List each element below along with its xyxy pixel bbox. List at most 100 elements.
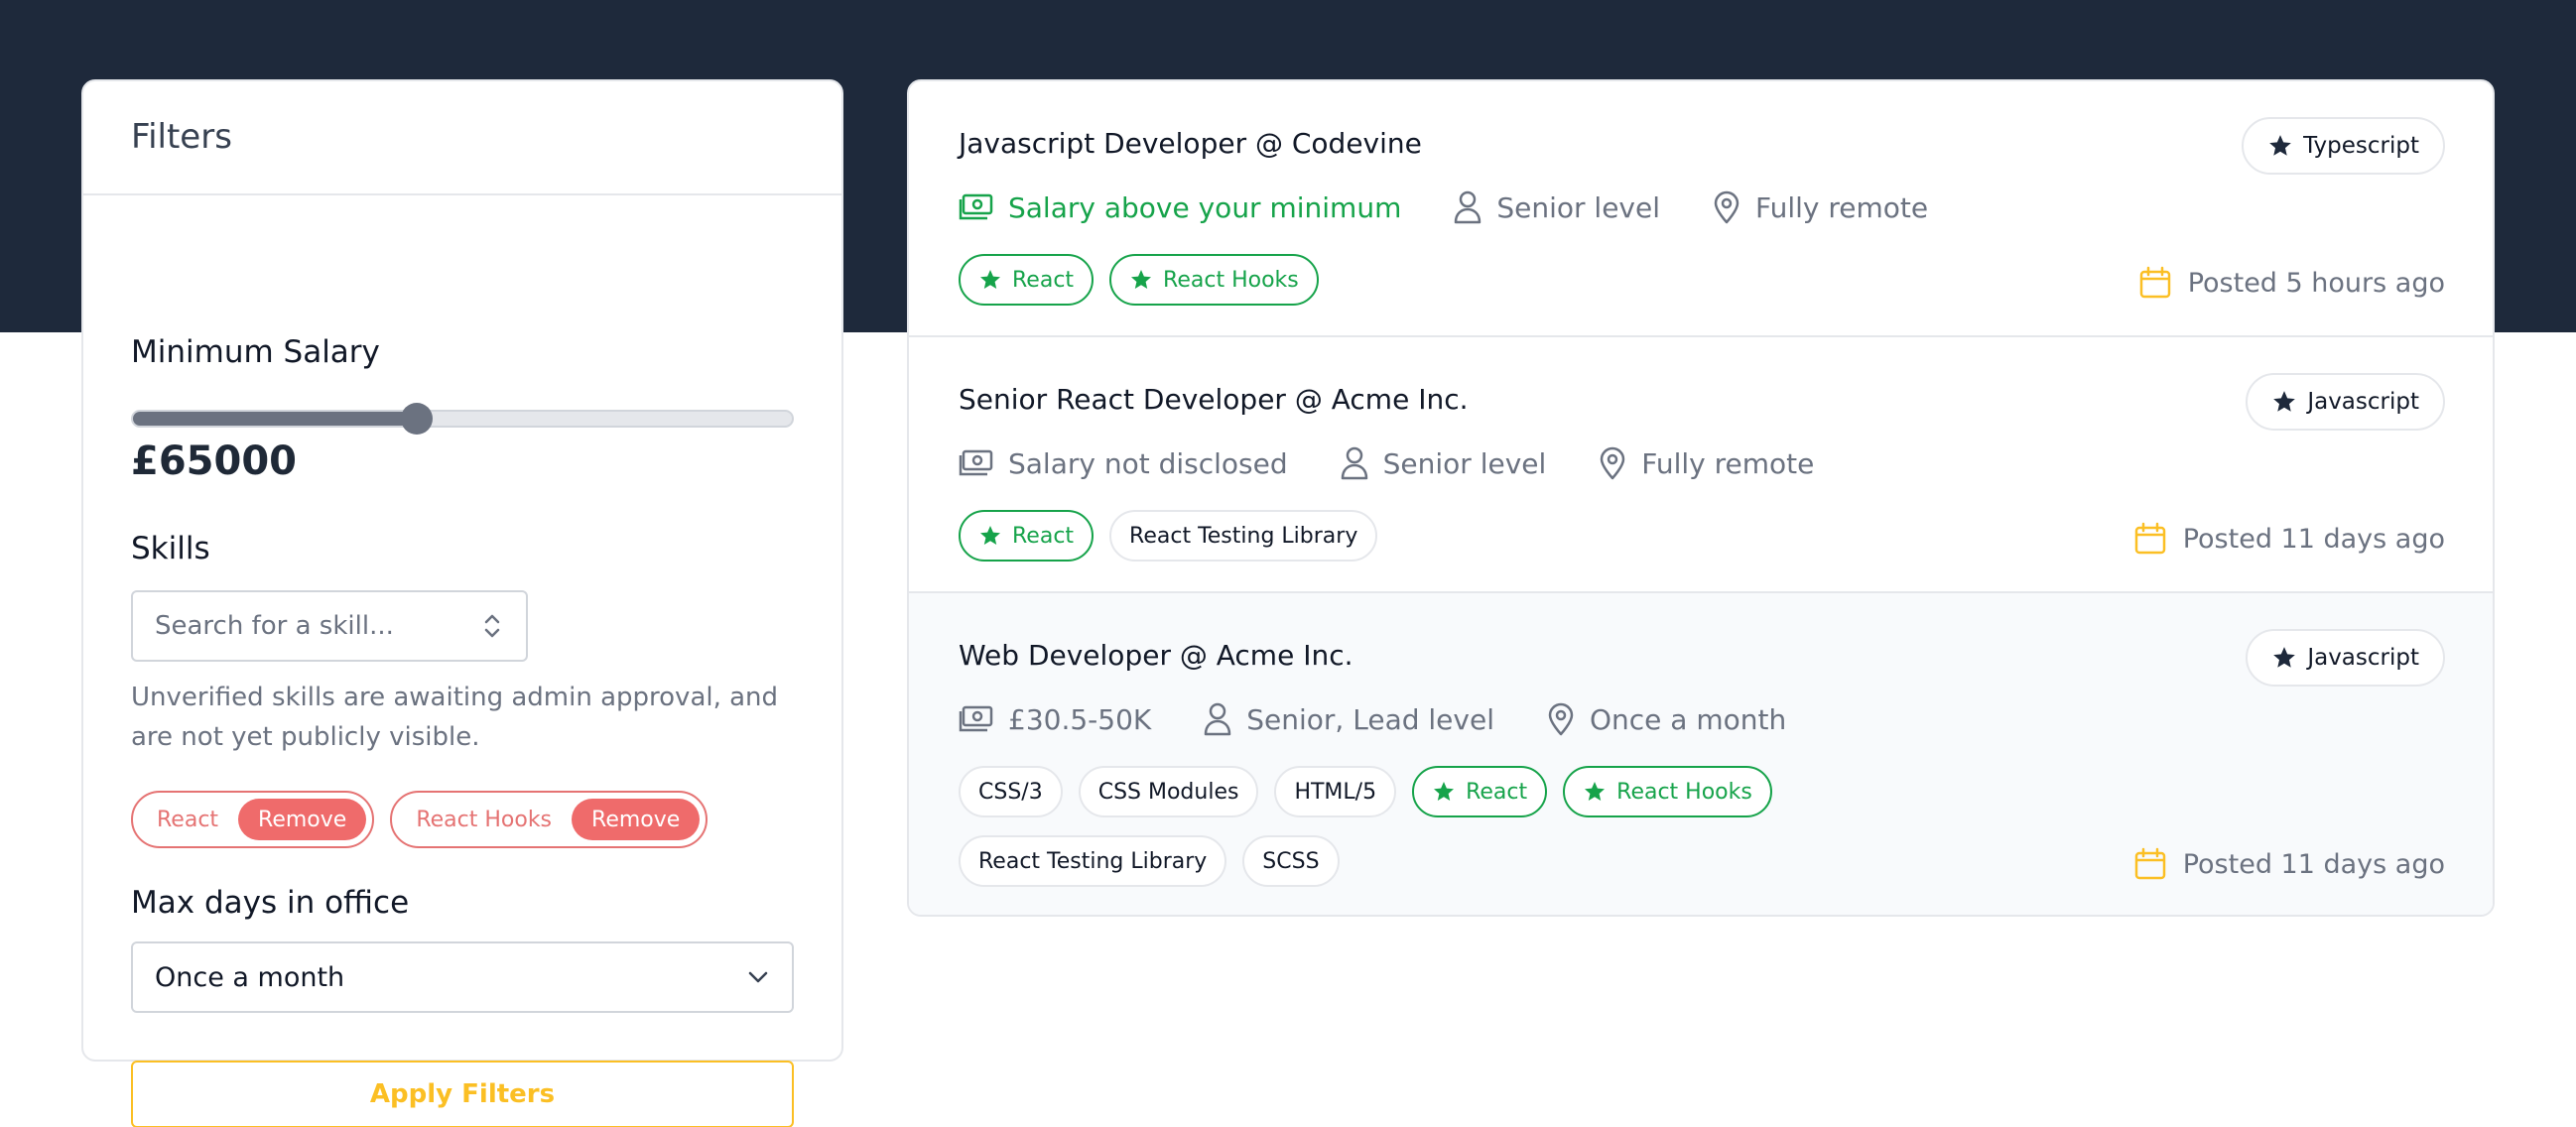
job-salary-text: Salary above your minimum — [1008, 190, 1402, 224]
selected-skill-label: React Hooks — [416, 807, 553, 832]
skill-tag-label: CSS/3 — [978, 779, 1043, 805]
user-icon — [1203, 702, 1232, 736]
selected-skill-chip: React Remove — [131, 791, 375, 848]
job-salary: £30.5-50K — [959, 703, 1151, 736]
job-salary: Salary not disclosed — [959, 447, 1288, 480]
location-pin-icon — [1598, 446, 1627, 480]
cash-icon — [959, 192, 994, 222]
skills-label: Skills — [131, 531, 210, 566]
job-salary: Salary above your minimum — [959, 191, 1401, 224]
job-card[interactable]: Web Developer @ Acme Inc. Javascript £30… — [909, 593, 2493, 915]
filters-title: Filters — [131, 117, 232, 157]
min-salary-value: £65000 — [131, 438, 297, 484]
skill-tag: React Testing Library — [959, 835, 1227, 887]
job-salary-text: £30.5-50K — [1008, 702, 1152, 736]
skill-tag: React — [1412, 766, 1548, 817]
min-salary-slider-fill — [133, 412, 417, 426]
job-level-text: Senior level — [1382, 446, 1547, 480]
apply-filters-button[interactable]: Apply Filters — [131, 1061, 794, 1127]
max-days-selected-value: Once a month — [155, 961, 345, 993]
skill-tag: CSS/3 — [959, 766, 1063, 817]
primary-skill-badge: Javascript — [2246, 629, 2445, 687]
filters-header: Filters — [83, 81, 841, 195]
star-icon — [978, 268, 1002, 292]
calendar-icon — [2138, 266, 2172, 300]
primary-skill-label: Javascript — [2307, 645, 2419, 671]
skill-tag-label: HTML/5 — [1294, 779, 1377, 805]
skill-tag: React Hooks — [1109, 254, 1319, 306]
job-tags: React React Testing Library — [959, 510, 2050, 562]
remove-skill-button[interactable]: Remove — [238, 799, 367, 840]
skill-tag: CSS Modules — [1078, 766, 1259, 817]
job-location-text: Fully remote — [1641, 446, 1815, 480]
skill-search-input[interactable] — [131, 590, 528, 662]
job-location: Fully remote — [1598, 446, 1814, 480]
skill-tag: React — [959, 254, 1095, 306]
primary-skill-badge: Javascript — [2246, 373, 2445, 431]
primary-skill-badge: Typescript — [2242, 117, 2445, 175]
job-level: Senior, Lead level — [1203, 702, 1494, 736]
job-salary-text: Salary not disclosed — [1008, 446, 1288, 480]
primary-skill-label: Typescript — [2303, 133, 2419, 159]
cash-icon — [959, 704, 994, 734]
min-salary-label: Minimum Salary — [131, 334, 380, 370]
skill-tag-label: React Testing Library — [1129, 523, 1358, 549]
job-location-text: Fully remote — [1755, 190, 1929, 224]
job-location: Fully remote — [1712, 190, 1928, 224]
job-title[interactable]: Javascript Developer @ Codevine — [959, 127, 1422, 160]
min-salary-slider-thumb[interactable] — [400, 403, 433, 435]
skill-tag-label: SCSS — [1262, 848, 1320, 874]
job-posted: Posted 11 days ago — [2133, 522, 2445, 556]
star-icon — [1432, 780, 1456, 804]
filters-panel: Filters Minimum Salary £65000 Skills Unv… — [81, 79, 843, 1127]
job-tags: CSS/3 CSS Modules HTML/5 React React Hoo… — [959, 766, 2050, 887]
min-salary-slider[interactable] — [131, 403, 794, 435]
calendar-icon — [2133, 847, 2167, 881]
job-title[interactable]: Web Developer @ Acme Inc. — [959, 639, 1353, 672]
skill-tag-label: React — [1012, 523, 1075, 549]
skill-tag-label: React — [1466, 779, 1528, 805]
job-meta: £30.5-50K Senior, Lead level Once a mont… — [959, 702, 1838, 736]
job-level: Senior level — [1453, 190, 1660, 224]
job-card[interactable]: Javascript Developer @ Codevine Typescri… — [909, 81, 2493, 337]
job-posted: Posted 11 days ago — [2133, 847, 2445, 881]
location-pin-icon — [1546, 702, 1576, 736]
job-card[interactable]: Senior React Developer @ Acme Inc. Javas… — [909, 337, 2493, 593]
skill-tag-label: React Testing Library — [978, 848, 1208, 874]
skill-tag-label: React Hooks — [1163, 267, 1299, 293]
star-icon — [2271, 645, 2297, 671]
job-tags: React React Hooks — [959, 254, 2050, 306]
skill-tag: React — [959, 510, 1095, 562]
job-posted-text: Posted 11 days ago — [2182, 848, 2445, 880]
selected-skill-chip: React Hooks Remove — [390, 791, 708, 848]
calendar-icon — [2133, 522, 2167, 556]
skill-tag: HTML/5 — [1274, 766, 1397, 817]
star-icon — [978, 524, 1002, 548]
star-icon — [1583, 780, 1607, 804]
max-days-label: Max days in office — [131, 885, 410, 921]
selected-skills: React Remove React Hooks Remove — [131, 791, 708, 848]
chevron-down-icon — [746, 965, 770, 989]
job-location-text: Once a month — [1589, 702, 1787, 736]
job-level-text: Senior, Lead level — [1246, 702, 1494, 736]
user-icon — [1453, 190, 1482, 224]
job-title[interactable]: Senior React Developer @ Acme Inc. — [959, 383, 1469, 416]
max-days-select[interactable]: Once a month — [131, 941, 794, 1013]
job-posted: Posted 5 hours ago — [2138, 266, 2445, 300]
star-icon — [2267, 133, 2293, 159]
cash-icon — [959, 448, 994, 478]
job-level: Senior level — [1340, 446, 1547, 480]
remove-skill-button[interactable]: Remove — [572, 799, 701, 840]
job-level-text: Senior level — [1496, 190, 1661, 224]
user-icon — [1340, 446, 1369, 480]
location-pin-icon — [1712, 190, 1741, 224]
skill-tag: React Hooks — [1563, 766, 1772, 817]
skill-tag-label: React Hooks — [1616, 779, 1752, 805]
primary-skill-label: Javascript — [2307, 389, 2419, 415]
job-meta: Salary not disclosed Senior level Fully … — [959, 446, 1866, 480]
skill-tag: React Testing Library — [1109, 510, 1378, 562]
skills-note: Unverified skills are awaiting admin app… — [131, 683, 779, 752]
job-list: Javascript Developer @ Codevine Typescri… — [907, 79, 2495, 917]
job-location: Once a month — [1546, 702, 1786, 736]
skill-tag-label: React — [1012, 267, 1075, 293]
